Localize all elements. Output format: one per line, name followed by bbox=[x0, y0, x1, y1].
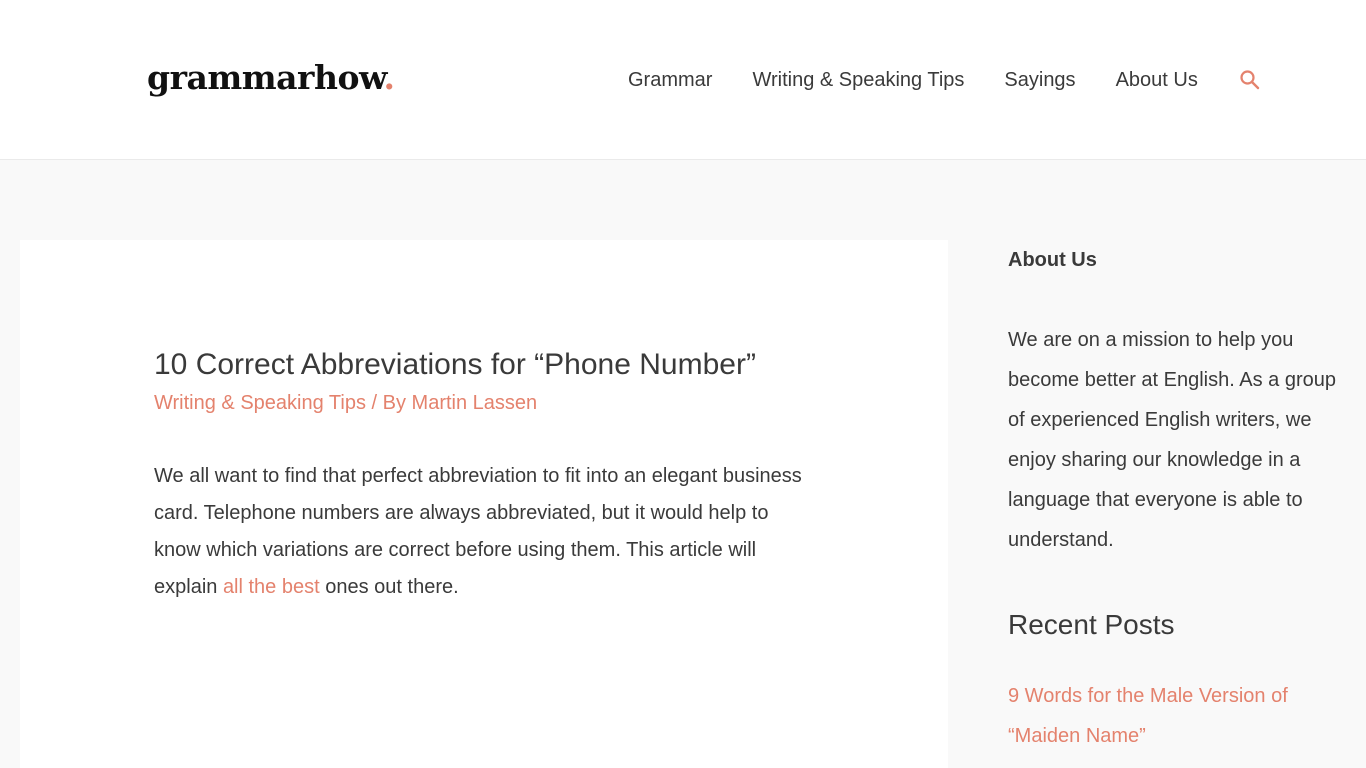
nav-item-grammar[interactable]: Grammar bbox=[628, 66, 712, 94]
nav-item-about-us[interactable]: About Us bbox=[1116, 66, 1198, 94]
recent-posts-title: Recent Posts bbox=[1008, 609, 1175, 640]
post-meta: Writing & Speaking Tips / By Martin Lass… bbox=[154, 390, 537, 416]
post-title[interactable]: 10 Correct Abbreviations for “Phone Numb… bbox=[154, 345, 756, 385]
logo-text: grammarhow bbox=[147, 58, 384, 97]
about-widget: About Us We are on a mission to help you… bbox=[1008, 240, 1348, 560]
article-card: 10 Correct Abbreviations for “Phone Numb… bbox=[20, 240, 948, 768]
about-widget-text: We are on a mission to help you become b… bbox=[1008, 329, 1336, 551]
post-author-link[interactable]: Martin Lassen bbox=[412, 392, 538, 414]
nav-item-sayings[interactable]: Sayings bbox=[1004, 66, 1075, 94]
search-icon[interactable] bbox=[1239, 69, 1261, 91]
meta-separator: / By bbox=[365, 392, 412, 414]
post-category-link[interactable]: Writing & Speaking Tips bbox=[154, 392, 366, 414]
list-item: 9 Words for the Male Version of “Maiden … bbox=[1008, 676, 1348, 756]
post-excerpt: We all want to find that perfect abbrevi… bbox=[154, 458, 814, 606]
main-nav: Grammar Writing & Speaking Tips Sayings … bbox=[628, 66, 1198, 94]
about-widget-title: About Us bbox=[1008, 249, 1097, 271]
sidebar: About Us We are on a mission to help you… bbox=[1008, 240, 1348, 756]
recent-post-link[interactable]: 9 Words for the Male Version of “Maiden … bbox=[1008, 676, 1308, 756]
logo-dot: . bbox=[383, 58, 396, 97]
recent-posts-list: 9 Words for the Male Version of “Maiden … bbox=[1008, 676, 1348, 756]
nav-item-writing-speaking-tips[interactable]: Writing & Speaking Tips bbox=[752, 66, 964, 94]
recent-posts-widget: Recent Posts 9 Words for the Male Versio… bbox=[1008, 600, 1348, 756]
excerpt-text-after: ones out there. bbox=[319, 576, 459, 598]
excerpt-link[interactable]: all the best bbox=[223, 576, 320, 598]
site-header: grammarhow. Grammar Writing & Speaking T… bbox=[0, 0, 1366, 160]
site-logo[interactable]: grammarhow. bbox=[147, 56, 395, 100]
